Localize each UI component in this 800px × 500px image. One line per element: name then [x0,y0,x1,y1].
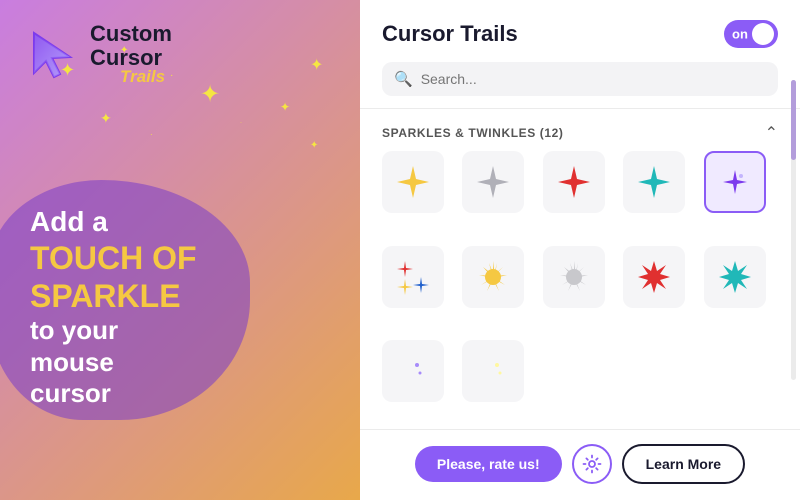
tagline-line3: SPARKLE [30,277,197,315]
cursor-item-gray-4star[interactable] [462,151,524,213]
cursor-item-yellow-sunburst[interactable] [462,246,524,308]
logo-custom: Custom [90,22,172,46]
cursor-item-moon-dark[interactable] [382,340,444,402]
section-title: SPARKLES & TWINKLES (12) [382,126,564,140]
toggle-label: on [732,27,748,42]
chevron-up-icon[interactable]: ⌃ [765,123,778,143]
toggle-wrap[interactable]: on [724,20,778,48]
settings-button[interactable] [572,444,612,484]
sparkle-icon-8: ✦ [310,140,318,151]
sparkle-icon-3: ✦ [200,80,220,109]
cursor-trails-toggle[interactable]: on [724,20,778,48]
cursor-item-red-4star[interactable] [543,151,605,213]
scrollbar-thumb[interactable] [791,80,796,160]
logo-area: Custom Cursor Trails [28,22,172,87]
rate-us-button[interactable]: Please, rate us! [415,446,562,482]
sparkle-icon-6: ✦ [100,110,112,127]
cursor-item-moon-yellow[interactable] [462,340,524,402]
cursor-item-multi-4star[interactable] [382,246,444,308]
cursor-grid [360,151,800,429]
cursor-item-gray-sunburst[interactable] [543,246,605,308]
search-bar[interactable]: 🔍 [382,62,778,96]
tagline-line5: mouse [30,347,197,378]
cursor-item-teal-star6[interactable] [704,246,766,308]
toggle-knob [752,23,774,45]
search-icon: 🔍 [394,70,413,88]
section-header: SPARKLES & TWINKLES (12) ⌃ [360,119,800,151]
footer-buttons: Please, rate us! Learn More [360,429,800,500]
cursor-item-gold-4star[interactable] [382,151,444,213]
tagline: Add a TOUCH OF SPARKLE to your mouse cur… [10,195,217,419]
left-panel: Custom Cursor Trails ✦ ✦ ✦ ✦ · ✦ ✦ ✦ · ·… [0,0,360,500]
section-title-wrap: SPARKLES & TWINKLES (12) [382,124,564,142]
cursor-item-purple-small4star[interactable] [704,151,766,213]
tagline-line6: cursor [30,378,197,409]
sparkle-icon-7: ✦ [310,55,323,75]
cursor-item-teal-4star[interactable] [623,151,685,213]
panel-header: Cursor Trails on [360,0,800,62]
sparkle-icon-5: · [150,130,153,139]
gear-icon [582,454,602,474]
scrollbar[interactable] [791,80,796,380]
panel-title: Cursor Trails [382,21,518,47]
tagline-line2: TOUCH OF [30,239,197,277]
cursor-item-red-star6[interactable] [623,246,685,308]
tagline-line4: to your [30,315,197,346]
sparkle-icon-10: · [240,120,242,126]
search-input[interactable] [421,71,766,87]
learn-more-button[interactable]: Learn More [622,444,745,484]
divider [360,108,800,109]
sparkle-icon-4: ✦ [280,100,290,114]
logo-text: Custom Cursor Trails [90,22,172,87]
tagline-line1: Add a [30,205,197,239]
right-panel: Cursor Trails on 🔍 SPARKLES & TWINKLES (… [360,0,800,500]
logo-trails: Trails [120,68,172,87]
logo-cursor-icon [28,29,80,81]
